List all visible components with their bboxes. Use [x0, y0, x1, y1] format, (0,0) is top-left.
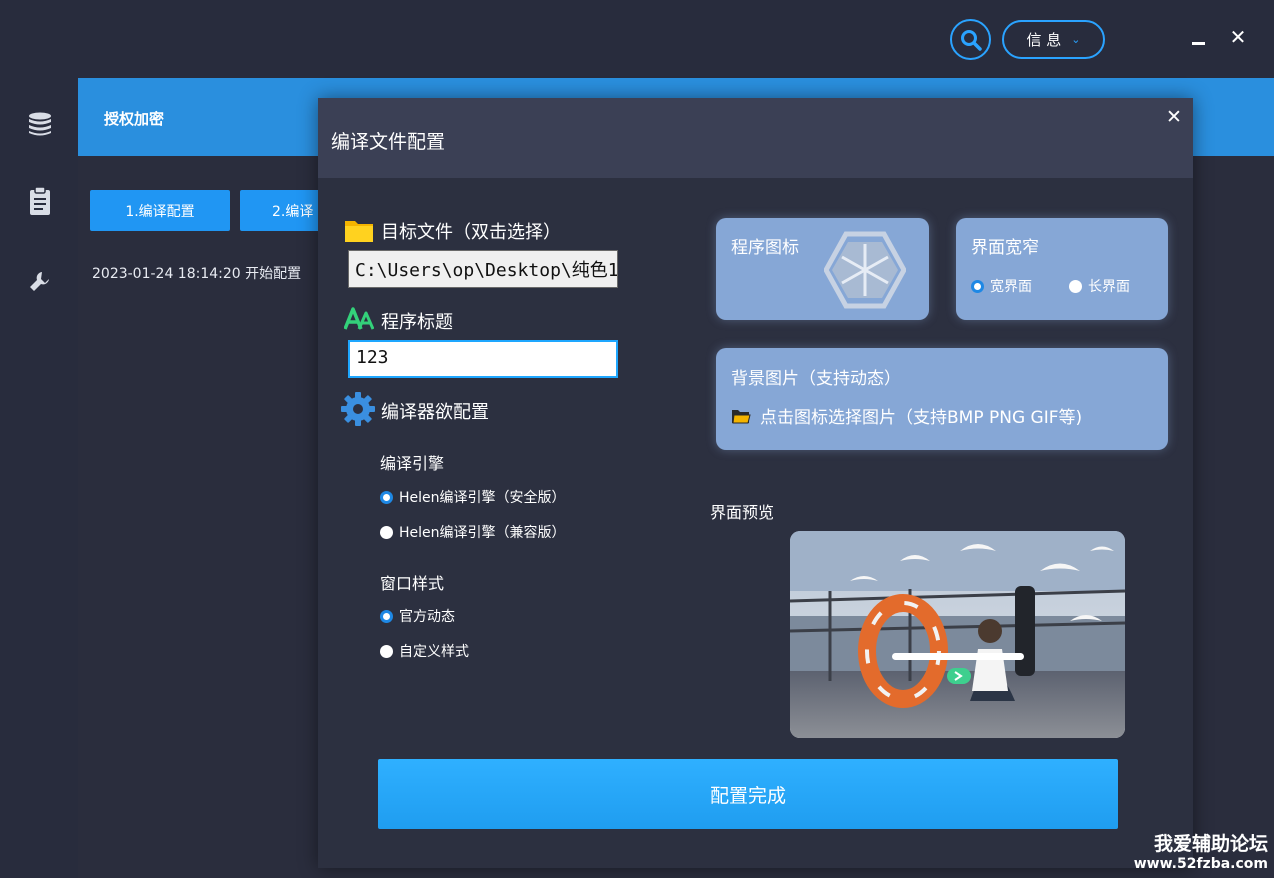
- preview-image[interactable]: [790, 531, 1125, 738]
- gear-icon: [341, 392, 375, 426]
- sidebar-item-clipboard[interactable]: [24, 185, 56, 217]
- sidebar-item-database[interactable]: [24, 108, 56, 140]
- config-done-button[interactable]: 配置完成: [378, 759, 1118, 829]
- watermark: 我爱辅助论坛 www.52fzba.com: [1134, 829, 1268, 872]
- title-bar: 信 息 ⌄ ✕: [0, 0, 1274, 78]
- step-1-button[interactable]: 1.编译配置: [90, 190, 230, 231]
- watermark-url: www.52fzba.com: [1133, 856, 1268, 872]
- radio-selected-icon: [971, 279, 984, 293]
- ui-width-option-long[interactable]: 长界面: [1069, 276, 1130, 296]
- ui-width-label: 界面宽窄: [971, 238, 1039, 258]
- folder-icon: [345, 221, 373, 242]
- background-image-card: 背景图片（支持动态） 点击图标选择图片（支持BMP PNG GIF等): [716, 348, 1168, 450]
- dialog-header: 编译文件配置 ✕: [318, 98, 1193, 178]
- font-icon: [344, 307, 374, 330]
- program-icon-card[interactable]: 程序图标: [716, 218, 929, 320]
- compile-config-dialog: 编译文件配置 ✕ 目标文件（双击选择） C:\Users\op\Desktop\…: [318, 98, 1193, 868]
- background-image-label: 背景图片（支持动态）: [731, 369, 901, 389]
- background-image-hint[interactable]: 点击图标选择图片（支持BMP PNG GIF等): [760, 403, 1082, 428]
- dialog-title: 编译文件配置: [331, 131, 446, 153]
- watermark-title: 我爱辅助论坛: [1153, 833, 1268, 855]
- ui-width-long-label: 长界面: [1088, 279, 1130, 295]
- radio-unselected-icon: [380, 525, 393, 539]
- window-style-option-custom[interactable]: 自定义样式: [380, 641, 469, 661]
- ui-width-option-wide[interactable]: 宽界面: [971, 276, 1032, 296]
- target-file-input[interactable]: C:\Users\op\Desktop\纯色1: [348, 250, 618, 288]
- window-style-option-official[interactable]: 官方动态: [380, 606, 455, 626]
- engine-option-compatible-label: Helen编译引擎（兼容版）: [399, 525, 566, 541]
- preview-label: 界面预览: [710, 503, 775, 522]
- open-folder-icon[interactable]: [731, 407, 751, 425]
- engine-option-safe-label: Helen编译引擎（安全版）: [399, 490, 566, 506]
- hexagon-icon: [824, 231, 906, 309]
- program-icon-label: 程序图标: [731, 238, 799, 258]
- program-title-input[interactable]: 123: [348, 340, 618, 378]
- engine-option-safe[interactable]: Helen编译引擎（安全版）: [380, 487, 566, 507]
- info-dropdown[interactable]: 信 息 ⌄: [1002, 20, 1105, 59]
- engine-label: 编译引擎: [380, 454, 445, 473]
- sidebar-item-tools[interactable]: [24, 266, 56, 298]
- log-line: 2023-01-24 18:14:20 开始配置: [92, 266, 302, 282]
- compiler-config-label: 编译器欲配置: [381, 402, 489, 423]
- left-sidebar: [0, 78, 78, 878]
- chevron-down-icon: ⌄: [1071, 33, 1081, 46]
- search-button[interactable]: [950, 19, 991, 60]
- target-file-label: 目标文件（双击选择）: [381, 222, 561, 243]
- engine-option-compatible[interactable]: Helen编译引擎（兼容版）: [380, 522, 566, 542]
- minimize-button[interactable]: [1188, 26, 1210, 48]
- program-title-label: 程序标题: [381, 312, 453, 333]
- radio-selected-icon: [380, 490, 393, 504]
- window-style-label: 窗口样式: [380, 574, 445, 593]
- dialog-close-button[interactable]: ✕: [1163, 106, 1185, 128]
- window-style-custom-label: 自定义样式: [399, 644, 469, 660]
- close-button[interactable]: ✕: [1227, 26, 1249, 48]
- wrench-icon: [30, 272, 49, 291]
- ui-width-card: 界面宽窄 宽界面 长界面: [956, 218, 1168, 320]
- radio-unselected-icon: [1069, 279, 1082, 293]
- database-icon: [29, 112, 51, 136]
- ui-width-wide-label: 宽界面: [990, 279, 1032, 295]
- search-icon: [960, 29, 982, 51]
- info-label: 信 息: [1026, 31, 1062, 49]
- radio-unselected-icon: [380, 644, 393, 658]
- preview-artwork: [790, 531, 1125, 738]
- radio-selected-icon: [380, 609, 393, 623]
- page-title: 授权加密: [104, 110, 165, 128]
- clipboard-icon: [30, 186, 50, 215]
- window-style-official-label: 官方动态: [399, 609, 455, 625]
